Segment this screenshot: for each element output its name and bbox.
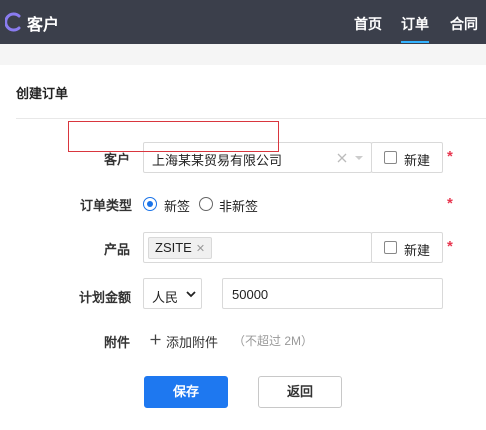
required-mark: * xyxy=(447,195,453,212)
tag-close-icon[interactable]: ✕ xyxy=(196,243,205,255)
attachment-hint: （不超过 2M） xyxy=(233,334,314,348)
attachment-label: 附件 xyxy=(104,335,131,350)
nav-item-orders[interactable]: 订单 xyxy=(401,14,429,43)
radio-non-new-signing-label: 非新签 xyxy=(219,199,259,214)
plus-icon[interactable] xyxy=(150,334,161,345)
radio-new-signing[interactable] xyxy=(143,197,157,211)
add-attachment-link[interactable]: 添加附件 xyxy=(166,332,218,351)
amount-value: 50000 xyxy=(232,287,269,302)
top-navigation-bar: 客户 首页 订单 合同 xyxy=(0,0,486,44)
radio-non-new-signing[interactable] xyxy=(199,197,213,211)
required-mark: * xyxy=(447,148,453,165)
chevron-down-icon[interactable] xyxy=(354,154,364,162)
product-label: 产品 xyxy=(104,242,131,257)
product-new-label: 新建 xyxy=(404,243,431,258)
customer-new-label: 新建 xyxy=(404,153,431,168)
back-button[interactable]: 返回 xyxy=(258,376,342,408)
app-title: 客户 xyxy=(27,17,60,34)
currency-value: 人民 xyxy=(152,290,179,305)
form-title: 创建订单 xyxy=(16,86,69,101)
app-logo-icon xyxy=(5,12,21,32)
product-tag: ZSITE ✕ xyxy=(148,237,213,259)
save-button[interactable]: 保存 xyxy=(144,376,228,408)
chevron-down-icon[interactable] xyxy=(186,291,196,298)
amount-label: 计划金额 xyxy=(79,290,132,305)
nav-item-contracts[interactable]: 合同 xyxy=(450,14,478,34)
product-new-checkbox[interactable] xyxy=(384,241,397,254)
clear-icon[interactable] xyxy=(336,152,348,164)
radio-new-signing-label: 新签 xyxy=(164,199,191,214)
title-divider xyxy=(16,118,486,119)
nav-item-home[interactable]: 首页 xyxy=(354,14,382,34)
required-mark: * xyxy=(447,238,453,255)
product-tag-label: ZSITE xyxy=(155,240,192,255)
customer-value: 上海某某贸易有限公司 xyxy=(152,153,283,168)
customer-new-checkbox[interactable] xyxy=(384,151,397,164)
order-type-highlight-frame xyxy=(68,121,279,152)
order-type-label: 订单类型 xyxy=(80,198,133,213)
